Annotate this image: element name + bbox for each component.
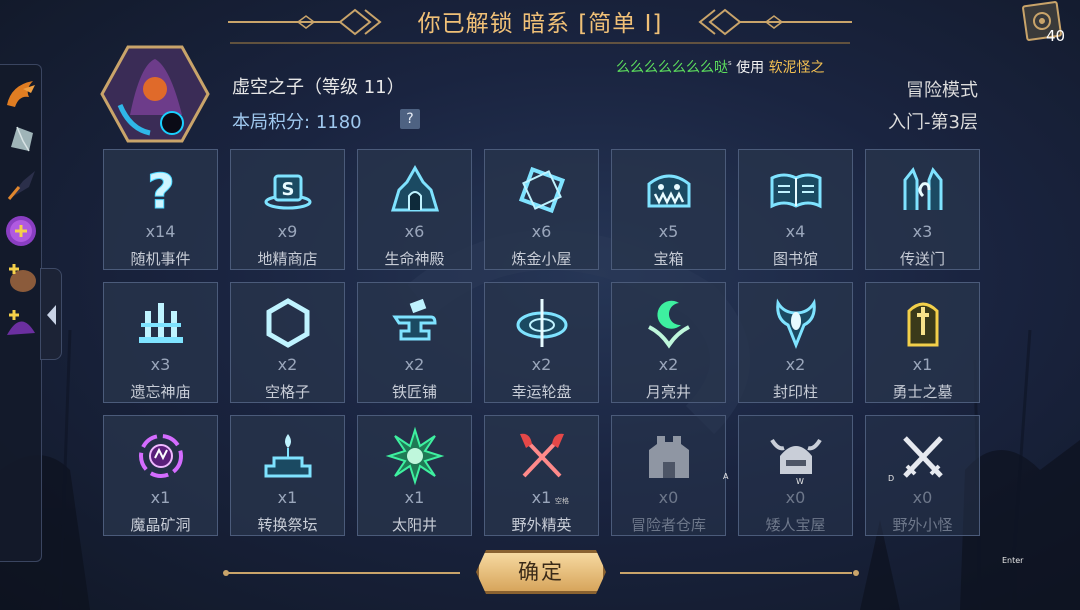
question-mark-icon: ? xyxy=(147,164,176,221)
wizard-hat-key-icon[interactable] xyxy=(3,305,39,341)
event-ticker: 么么么么么么么哒s 使用 软泥怪之 xyxy=(616,57,858,79)
tile-library[interactable]: x4 图书馆 xyxy=(738,149,853,270)
svg-text:?: ? xyxy=(147,164,175,220)
treasure-chest-icon xyxy=(647,174,691,208)
alchemy-hut-icon xyxy=(518,166,566,214)
tile-conversion-altar[interactable]: x1 转换祭坛 xyxy=(230,415,345,536)
floor-level: 入门-第3层 xyxy=(888,112,978,133)
empty-hexagon-icon xyxy=(266,298,310,348)
seal-pillar-icon xyxy=(776,298,816,350)
score-help-button[interactable]: ? xyxy=(400,109,420,129)
tile-dwarf-treasure-house[interactable]: x0 矮人宝屋 xyxy=(738,415,853,536)
tile-warrior-tomb[interactable]: x1 勇士之墓 xyxy=(865,282,980,403)
life-temple-icon xyxy=(390,164,440,212)
lucky-wheel-icon xyxy=(516,299,568,347)
tile-life-temple[interactable]: x6 生命神殿 xyxy=(357,149,472,270)
tile-treasure-chest[interactable]: x5 宝箱 xyxy=(611,149,726,270)
magic-crystal-mine-icon xyxy=(139,434,183,478)
title-bar: 你已解锁 暗系 [简单 I] xyxy=(220,0,860,44)
sun-well-icon xyxy=(385,426,445,486)
tile-seal-pillar[interactable]: x2 封印柱 xyxy=(738,282,853,403)
player-name: 虚空之子（等级 11） xyxy=(232,77,405,98)
key-hint-d: D xyxy=(888,474,895,483)
key-hint-a: A xyxy=(723,472,729,481)
shop-hat-icon: S xyxy=(264,174,312,210)
title-right-ornament xyxy=(698,8,852,36)
orange-dragon-icon[interactable] xyxy=(3,75,39,111)
confirm-left-line xyxy=(223,570,460,576)
tile-empty-cell[interactable]: x2 空格子 xyxy=(230,282,345,403)
tile-sun-well[interactable]: x1 太阳井 xyxy=(357,415,472,536)
tile-adventurer-warehouse[interactable]: x0 冒险者仓库 xyxy=(611,415,726,536)
tile-portal[interactable]: x3 传送门 xyxy=(865,149,980,270)
dark-feather-icon[interactable] xyxy=(3,167,39,203)
tile-forgotten-temple[interactable]: x3 遗忘神庙 xyxy=(103,282,218,403)
ticker-marker: s xyxy=(728,59,732,67)
pet-plus-icon[interactable] xyxy=(3,259,39,295)
tile-note: 空格 xyxy=(555,497,569,505)
title-underline xyxy=(230,42,850,44)
crossed-swords-icon xyxy=(903,436,943,478)
tile-goblin-shop[interactable]: S x9 地精商店 xyxy=(230,149,345,270)
forgotten-temple-icon xyxy=(139,303,183,343)
score-label: 本局积分: 1180 xyxy=(232,112,362,133)
tile-blacksmith[interactable]: x2 铁匠铺 xyxy=(357,282,472,403)
warrior-tomb-icon xyxy=(907,302,939,347)
ticker-item: 软泥怪之 xyxy=(768,60,825,76)
moon-well-icon xyxy=(648,300,690,349)
confirm-bar: 确定 xyxy=(220,548,860,598)
key-hint-w: W xyxy=(796,477,804,486)
tile-field-monster[interactable]: x0 野外小怪 xyxy=(865,415,980,536)
avatar xyxy=(100,45,210,143)
confirm-button[interactable]: 确定 xyxy=(476,550,606,594)
score-value: 1180 xyxy=(315,112,362,133)
purple-orb-plus-icon[interactable] xyxy=(3,213,39,249)
portal-icon xyxy=(903,167,943,210)
left-sidebar xyxy=(0,64,42,562)
tile-moon-well[interactable]: x2 月亮井 xyxy=(611,282,726,403)
tile-alchemy-hut[interactable]: x6 炼金小屋 xyxy=(484,149,599,270)
ticker-action: 使用 xyxy=(736,60,765,76)
conversion-altar-icon xyxy=(264,434,312,478)
confirm-right-line xyxy=(620,570,859,576)
key-hint-enter: Enter xyxy=(1002,556,1024,565)
game-mode: 冒险模式 xyxy=(906,80,978,101)
ticker-player-name: 么么么么么么么哒 xyxy=(616,60,728,76)
sidebar-collapse-arrow[interactable] xyxy=(40,268,62,360)
adventurer-warehouse-icon xyxy=(649,436,689,478)
crystal-shard-icon[interactable] xyxy=(3,121,39,157)
tile-random-event[interactable]: ? x14 随机事件 xyxy=(103,149,218,270)
library-book-icon xyxy=(770,173,822,209)
tile-lucky-wheel[interactable]: x2 幸运轮盘 xyxy=(484,282,599,403)
anvil-icon xyxy=(392,298,437,341)
card-count: 40 xyxy=(1046,27,1066,45)
crossed-axes-icon xyxy=(520,433,564,478)
tile-field-elite[interactable]: x1 野外精英 空格 xyxy=(484,415,599,536)
svg-text:S: S xyxy=(282,179,295,200)
tile-magic-crystal-mine[interactable]: x1 魔晶矿洞 xyxy=(103,415,218,536)
